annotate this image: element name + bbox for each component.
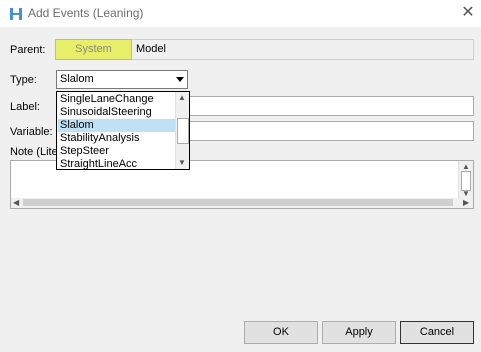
type-select[interactable]: Slalom: [56, 70, 188, 89]
ok-button[interactable]: OK: [244, 321, 318, 344]
window-title: Add Events (Leaning): [28, 6, 144, 20]
dropdown-option[interactable]: StabilityAnalysis: [58, 132, 178, 145]
scroll-right-icon[interactable]: ▶: [463, 198, 469, 208]
dropdown-option[interactable]: SinusoidalSteering: [58, 106, 178, 119]
dropdown-option-selected[interactable]: Slalom: [58, 119, 178, 132]
dropdown-option[interactable]: StepSteer: [58, 145, 178, 158]
note-label: Note (Liter: [10, 146, 62, 158]
scroll-down-icon[interactable]: ▼: [178, 158, 186, 168]
parent-system-button[interactable]: System: [55, 39, 132, 60]
type-select-value: Slalom: [60, 73, 94, 85]
note-vertical-scrollbar[interactable]: ▲ ▼: [458, 161, 473, 199]
variable-label: Variable:: [10, 126, 53, 138]
cancel-button[interactable]: Cancel: [400, 321, 474, 344]
label-label: Label:: [10, 101, 40, 113]
note-vertical-scroll-thumb[interactable]: [461, 171, 471, 191]
apply-button[interactable]: Apply: [322, 321, 396, 344]
dropdown-option[interactable]: StraightLineAcc: [58, 158, 178, 169]
dropdown-scrollbar[interactable]: ▲ ▼: [175, 92, 189, 169]
note-horizontal-scrollbar[interactable]: ◀ ▶: [11, 198, 473, 208]
title-bar: Add Events (Leaning) ✕: [0, 0, 481, 27]
dropdown-option[interactable]: SingleLaneChange: [58, 93, 178, 106]
parent-field: Model: [132, 39, 474, 60]
parent-label: Parent:: [10, 44, 46, 56]
note-horizontal-scroll-thumb[interactable]: [23, 199, 453, 206]
app-logo-icon: [10, 8, 22, 20]
type-dropdown-list[interactable]: SingleLaneChange SinusoidalSteering Slal…: [56, 91, 190, 170]
chevron-down-icon[interactable]: [176, 77, 184, 82]
scroll-left-icon[interactable]: ◀: [13, 198, 19, 208]
parent-value: Model: [136, 43, 166, 55]
scroll-up-icon[interactable]: ▲: [178, 93, 186, 103]
type-label: Type:: [10, 74, 37, 86]
dropdown-scroll-thumb[interactable]: [177, 118, 189, 144]
close-icon[interactable]: ✕: [458, 3, 478, 23]
